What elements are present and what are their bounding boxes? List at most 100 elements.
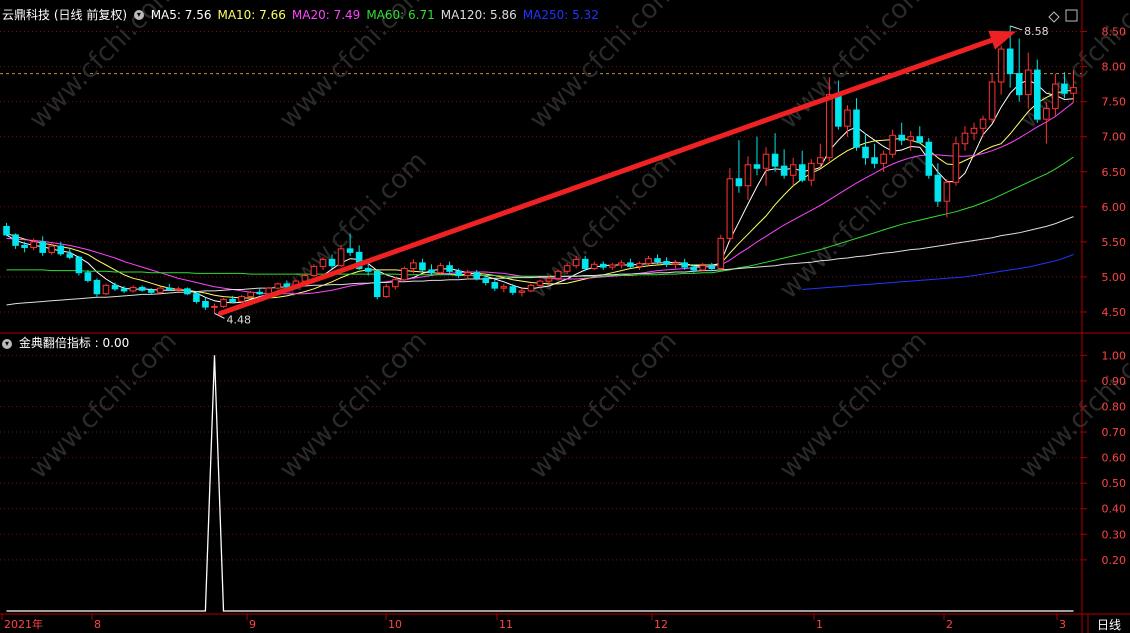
candle (789, 157, 797, 186)
candle (744, 156, 752, 200)
candle-body (48, 245, 56, 253)
candle (220, 297, 227, 308)
candle (609, 262, 616, 270)
price-tick-label: 6.00 (1102, 201, 1127, 214)
candle-body (229, 298, 236, 302)
candle (66, 248, 74, 260)
candle-body (943, 181, 951, 202)
candle-body (111, 284, 119, 290)
candle-body (1024, 69, 1032, 96)
date-tick-label: 2 (946, 618, 953, 631)
candle (889, 129, 896, 158)
collapse-toggle-icon[interactable]: ▾ (2, 338, 12, 349)
candle (753, 136, 761, 176)
collapse-toggle-icon[interactable]: ▾ (133, 9, 144, 20)
period-label: (日线 前复权) (53, 8, 128, 22)
candle-body (645, 258, 652, 265)
candle-body (708, 265, 716, 270)
candle-body (220, 298, 227, 307)
candle (853, 98, 860, 151)
indicator-tick-label: 0.20 (1102, 554, 1127, 567)
candle-body (916, 136, 924, 143)
candle-body (509, 286, 517, 293)
period-button[interactable]: 日线 (1090, 616, 1128, 632)
candle (93, 278, 101, 297)
candle (717, 234, 725, 270)
candle (373, 269, 381, 300)
candle-body (717, 237, 725, 270)
toolbar-square-icon[interactable] (1065, 9, 1078, 22)
candle-body (482, 277, 490, 284)
candle-body (961, 132, 969, 145)
candle (382, 283, 390, 298)
ma-legend-item: MA20: 7.49 (291, 8, 361, 22)
candle-body (193, 293, 200, 302)
watermark-text: www.cfchi.com (274, 326, 433, 485)
candle (156, 286, 164, 294)
candle-body (1034, 69, 1041, 120)
date-tick-label: 3 (1059, 618, 1066, 631)
candle-body (256, 291, 264, 295)
candle-body (681, 262, 688, 268)
candle (102, 283, 110, 296)
candle-body (428, 269, 435, 274)
candle (518, 288, 526, 297)
toolbar-diamond-icon[interactable] (1048, 11, 1060, 23)
candle-body (491, 282, 499, 289)
candle-body (536, 280, 544, 286)
candle-body (554, 270, 562, 279)
candle (898, 122, 905, 146)
candle-body (138, 286, 146, 291)
candle (274, 282, 282, 290)
candle-body (988, 81, 996, 120)
candle-body (392, 279, 399, 288)
candle (943, 178, 951, 218)
candle-body (102, 284, 110, 295)
candle-body (265, 287, 273, 295)
candle (726, 168, 734, 242)
indicator-tick-label: 1.00 (1102, 349, 1127, 362)
ma-legend-item: MA250: 5.32 (522, 8, 599, 22)
candle-body (889, 134, 896, 155)
candle (988, 73, 996, 123)
candle-body (93, 279, 101, 295)
date-axis: 2021年 8 9 10 11 12 1 2 3 (1, 614, 1066, 631)
stock-name[interactable]: 云鼎科技 (2, 8, 50, 22)
candle (672, 260, 679, 269)
watermark-text: www.cfchi.com (524, 326, 683, 485)
high-marker-leader (1010, 25, 1023, 31)
candle (310, 264, 318, 277)
candle-body (202, 300, 209, 308)
candle-body (66, 253, 74, 258)
candle-body (771, 153, 779, 167)
date-tick-label: 11 (499, 618, 513, 631)
candle-body (129, 286, 137, 292)
candle-body (997, 48, 1005, 83)
price-tick-label: 8.00 (1102, 61, 1127, 74)
indicator-axis: 0.20 0.30 0.40 0.50 0.60 0.70 0.80 0.90 1.00 (1082, 349, 1126, 567)
candle-body (636, 263, 643, 267)
candle (3, 222, 10, 237)
price-tick-label: 8.50 (1102, 26, 1127, 39)
candle-body (563, 265, 571, 272)
candle-body (464, 272, 471, 277)
candle-body (283, 283, 291, 288)
candle (807, 159, 815, 186)
candle-body (274, 283, 282, 289)
candle-body (30, 241, 37, 248)
candle (970, 122, 978, 141)
candle (337, 245, 345, 268)
price-tick-label: 7.00 (1102, 131, 1127, 144)
candle-body (455, 270, 462, 277)
candle-body (979, 118, 987, 129)
candle-body (862, 146, 869, 159)
candle-body (844, 109, 851, 127)
candle-body (545, 277, 553, 282)
candle (599, 261, 607, 270)
indicator-tick-label: 0.90 (1102, 375, 1127, 388)
candle (500, 283, 508, 293)
candle-body (527, 284, 535, 292)
candle-body (880, 153, 887, 164)
candle (762, 147, 770, 186)
candle-body (789, 164, 797, 176)
